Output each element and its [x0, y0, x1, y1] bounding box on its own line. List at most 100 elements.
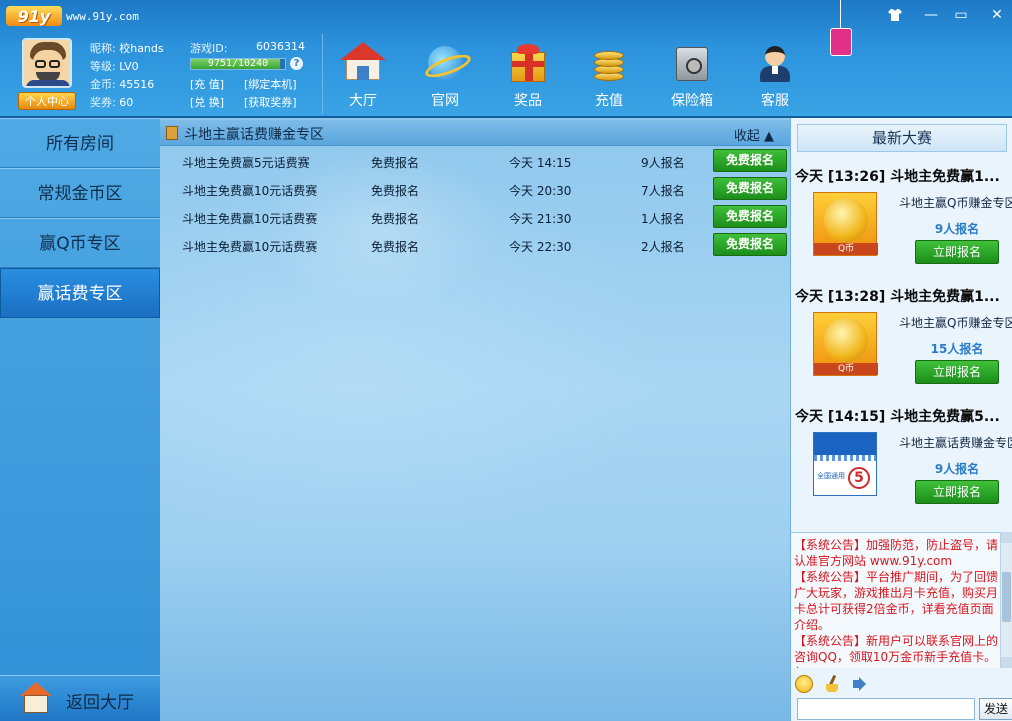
ticket-label: 奖券: [90, 96, 116, 109]
ticket-row: 奖券: 60 [90, 94, 133, 110]
maximize-button[interactable]: ▭ [946, 4, 976, 26]
phone-card-thumbnail: 全国通用 5 [813, 432, 877, 496]
sidebar-item-phonefee-zone[interactable]: 赢话费专区 [0, 268, 160, 318]
match-count: 9人报名 [641, 156, 685, 170]
notice-scrollbar[interactable] [1000, 532, 1012, 668]
match-card-title[interactable]: 今天 [13:28] 斗地主免费赢1... [795, 286, 1000, 306]
gameid-row: 游戏ID: [190, 40, 227, 56]
match-time: 今天 20:30 [509, 184, 572, 198]
latest-matches-title: 最新大赛 [797, 124, 1007, 152]
emoji-icon[interactable] [795, 675, 813, 693]
sidebar-item-qcoin-zone[interactable]: 赢Q币专区 [0, 218, 160, 268]
nav-label: 充值 [595, 93, 623, 109]
match-card: 今天 [13:28] 斗地主免费赢1... Q币 斗地主赢Q币赚金专区 15人报… [791, 286, 1012, 406]
chat-toolbar [791, 673, 1012, 695]
sidebar-item-gold-zone[interactable]: 常规金币区 [0, 168, 160, 218]
hall-house-icon [340, 42, 386, 84]
match-count: 2人报名 [641, 240, 685, 254]
match-card-count: 9人报名 [934, 462, 980, 476]
gold-label: 金币: [90, 78, 116, 91]
title-bar: 91y www.91y.com — ▭ ✕ 个人中心 昵称: 校hands 游戏… [0, 0, 1012, 118]
match-list-panel: 斗地主赢话费赚金专区 收起 ▲ 斗地主免费赢5元话费赛 免费报名 今天 14:1… [160, 118, 790, 721]
nav-safe-button[interactable]: 保险箱 [657, 40, 727, 112]
match-card-zone: 斗地主赢Q币赚金专区 [899, 316, 1012, 330]
match-name: 斗地主免费赢10元话费赛 [182, 240, 318, 254]
nav-service-button[interactable]: 客服 [740, 40, 810, 112]
safe-icon [671, 42, 713, 84]
q-coin-thumbnail: Q币 [813, 312, 878, 376]
clear-broom-icon[interactable] [823, 675, 841, 693]
zone-icon [166, 126, 178, 140]
get-ticket-link[interactable]: [获取奖券] [244, 94, 297, 110]
home-icon [20, 682, 52, 714]
chat-input[interactable] [797, 698, 975, 720]
nav-prizes-button[interactable]: 奖品 [493, 40, 563, 112]
close-button[interactable]: ✕ [982, 4, 1012, 26]
free-signup-button[interactable]: 免费报名 [713, 149, 787, 172]
gold-value: 45516 [119, 78, 155, 91]
back-to-hall-button[interactable]: 返回大厅 [0, 675, 160, 721]
match-card-title[interactable]: 今天 [14:15] 斗地主免费赢5... [795, 406, 1000, 426]
hanging-tag-icon[interactable] [830, 28, 852, 56]
match-card-count: 9人报名 [934, 222, 980, 236]
table-row[interactable]: 斗地主免费赢10元话费赛 免费报名 今天 22:30 2人报名 免费报名 [160, 231, 790, 259]
customer-service-icon [754, 42, 796, 84]
user-avatar-box: 个人中心 [18, 38, 76, 114]
back-label: 返回大厅 [66, 693, 134, 713]
header-divider [322, 34, 323, 114]
avatar[interactable] [22, 38, 72, 88]
gold-row: 金币: 45516 [90, 76, 154, 92]
level-row: 等级: LV0 [90, 58, 139, 74]
notice-item: 【系统公告】新用户可以联系官网上的咨询QQ，领取10万金币新手充值卡。每 [794, 634, 999, 668]
zone-title: 斗地主赢话费赚金专区 [184, 127, 324, 143]
match-card: 今天 [14:15] 斗地主免费赢5... 全国通用 5 斗地主赢话费赚金专区 … [791, 406, 1012, 526]
signup-now-button[interactable]: 立即报名 [915, 480, 999, 504]
zone-header: 斗地主赢话费赚金专区 收起 ▲ [160, 120, 790, 146]
nav-website-button[interactable]: 官网 [410, 40, 480, 112]
free-signup-button[interactable]: 免费报名 [713, 205, 787, 228]
level-label: 等级: [90, 60, 116, 73]
site-url: www.91y.com [66, 9, 139, 23]
nav-label: 保险箱 [671, 93, 713, 109]
match-fee: 免费报名 [371, 212, 420, 226]
speaker-icon[interactable] [851, 675, 869, 693]
sidebar-item-all-rooms[interactable]: 所有房间 [0, 118, 160, 168]
nick-label: 昵称: [90, 42, 116, 55]
match-name: 斗地主免费赢10元话费赛 [182, 212, 318, 226]
nav-label: 奖品 [514, 93, 542, 109]
personal-center-button[interactable]: 个人中心 [18, 92, 76, 110]
signup-now-button[interactable]: 立即报名 [915, 240, 999, 264]
table-row[interactable]: 斗地主免费赢10元话费赛 免费报名 今天 21:30 1人报名 免费报名 [160, 203, 790, 231]
level-value: LV0 [119, 60, 139, 73]
free-signup-button[interactable]: 免费报名 [713, 233, 787, 256]
send-button[interactable]: 发送 [979, 698, 1012, 720]
scroll-down-icon[interactable] [1001, 657, 1012, 668]
match-fee: 免费报名 [371, 240, 420, 254]
skin-shirt-icon[interactable] [880, 4, 910, 26]
exp-progress-bar: 9751/10240 [190, 58, 286, 70]
collapse-button[interactable]: 收起 ▲ [734, 125, 774, 144]
thumb-label: Q币 [814, 363, 878, 375]
bind-device-link[interactable]: [绑定本机] [244, 76, 297, 92]
scroll-up-icon[interactable] [1001, 532, 1012, 543]
minimize-button[interactable]: — [916, 4, 946, 26]
match-card-title[interactable]: 今天 [13:26] 斗地主免费赢1... [795, 166, 1000, 186]
signup-now-button[interactable]: 立即报名 [915, 360, 999, 384]
nav-recharge-button[interactable]: 充值 [574, 40, 644, 112]
exchange-link[interactable]: [兑 换] [190, 94, 224, 110]
nav-label: 客服 [761, 93, 789, 109]
scroll-thumb[interactable] [1002, 572, 1011, 622]
match-fee: 免费报名 [371, 156, 420, 170]
nav-hall-button[interactable]: 大厅 [328, 40, 398, 112]
table-row[interactable]: 斗地主免费赢10元话费赛 免费报名 今天 20:30 7人报名 免费报名 [160, 175, 790, 203]
gift-box-icon [507, 42, 549, 84]
id-label: 游戏ID: [190, 42, 228, 55]
nickname: 校hands [119, 42, 164, 55]
table-row[interactable]: 斗地主免费赢5元话费赛 免费报名 今天 14:15 9人报名 免费报名 [160, 147, 790, 175]
recharge-link[interactable]: [充 值] [190, 76, 224, 92]
help-icon[interactable]: ? [290, 57, 303, 70]
match-count: 1人报名 [641, 212, 685, 226]
match-card: 今天 [13:26] 斗地主免费赢1... Q币 斗地主赢Q币赚金专区 9人报名… [791, 166, 1012, 286]
free-signup-button[interactable]: 免费报名 [713, 177, 787, 200]
thumb-label: Q币 [814, 243, 878, 255]
